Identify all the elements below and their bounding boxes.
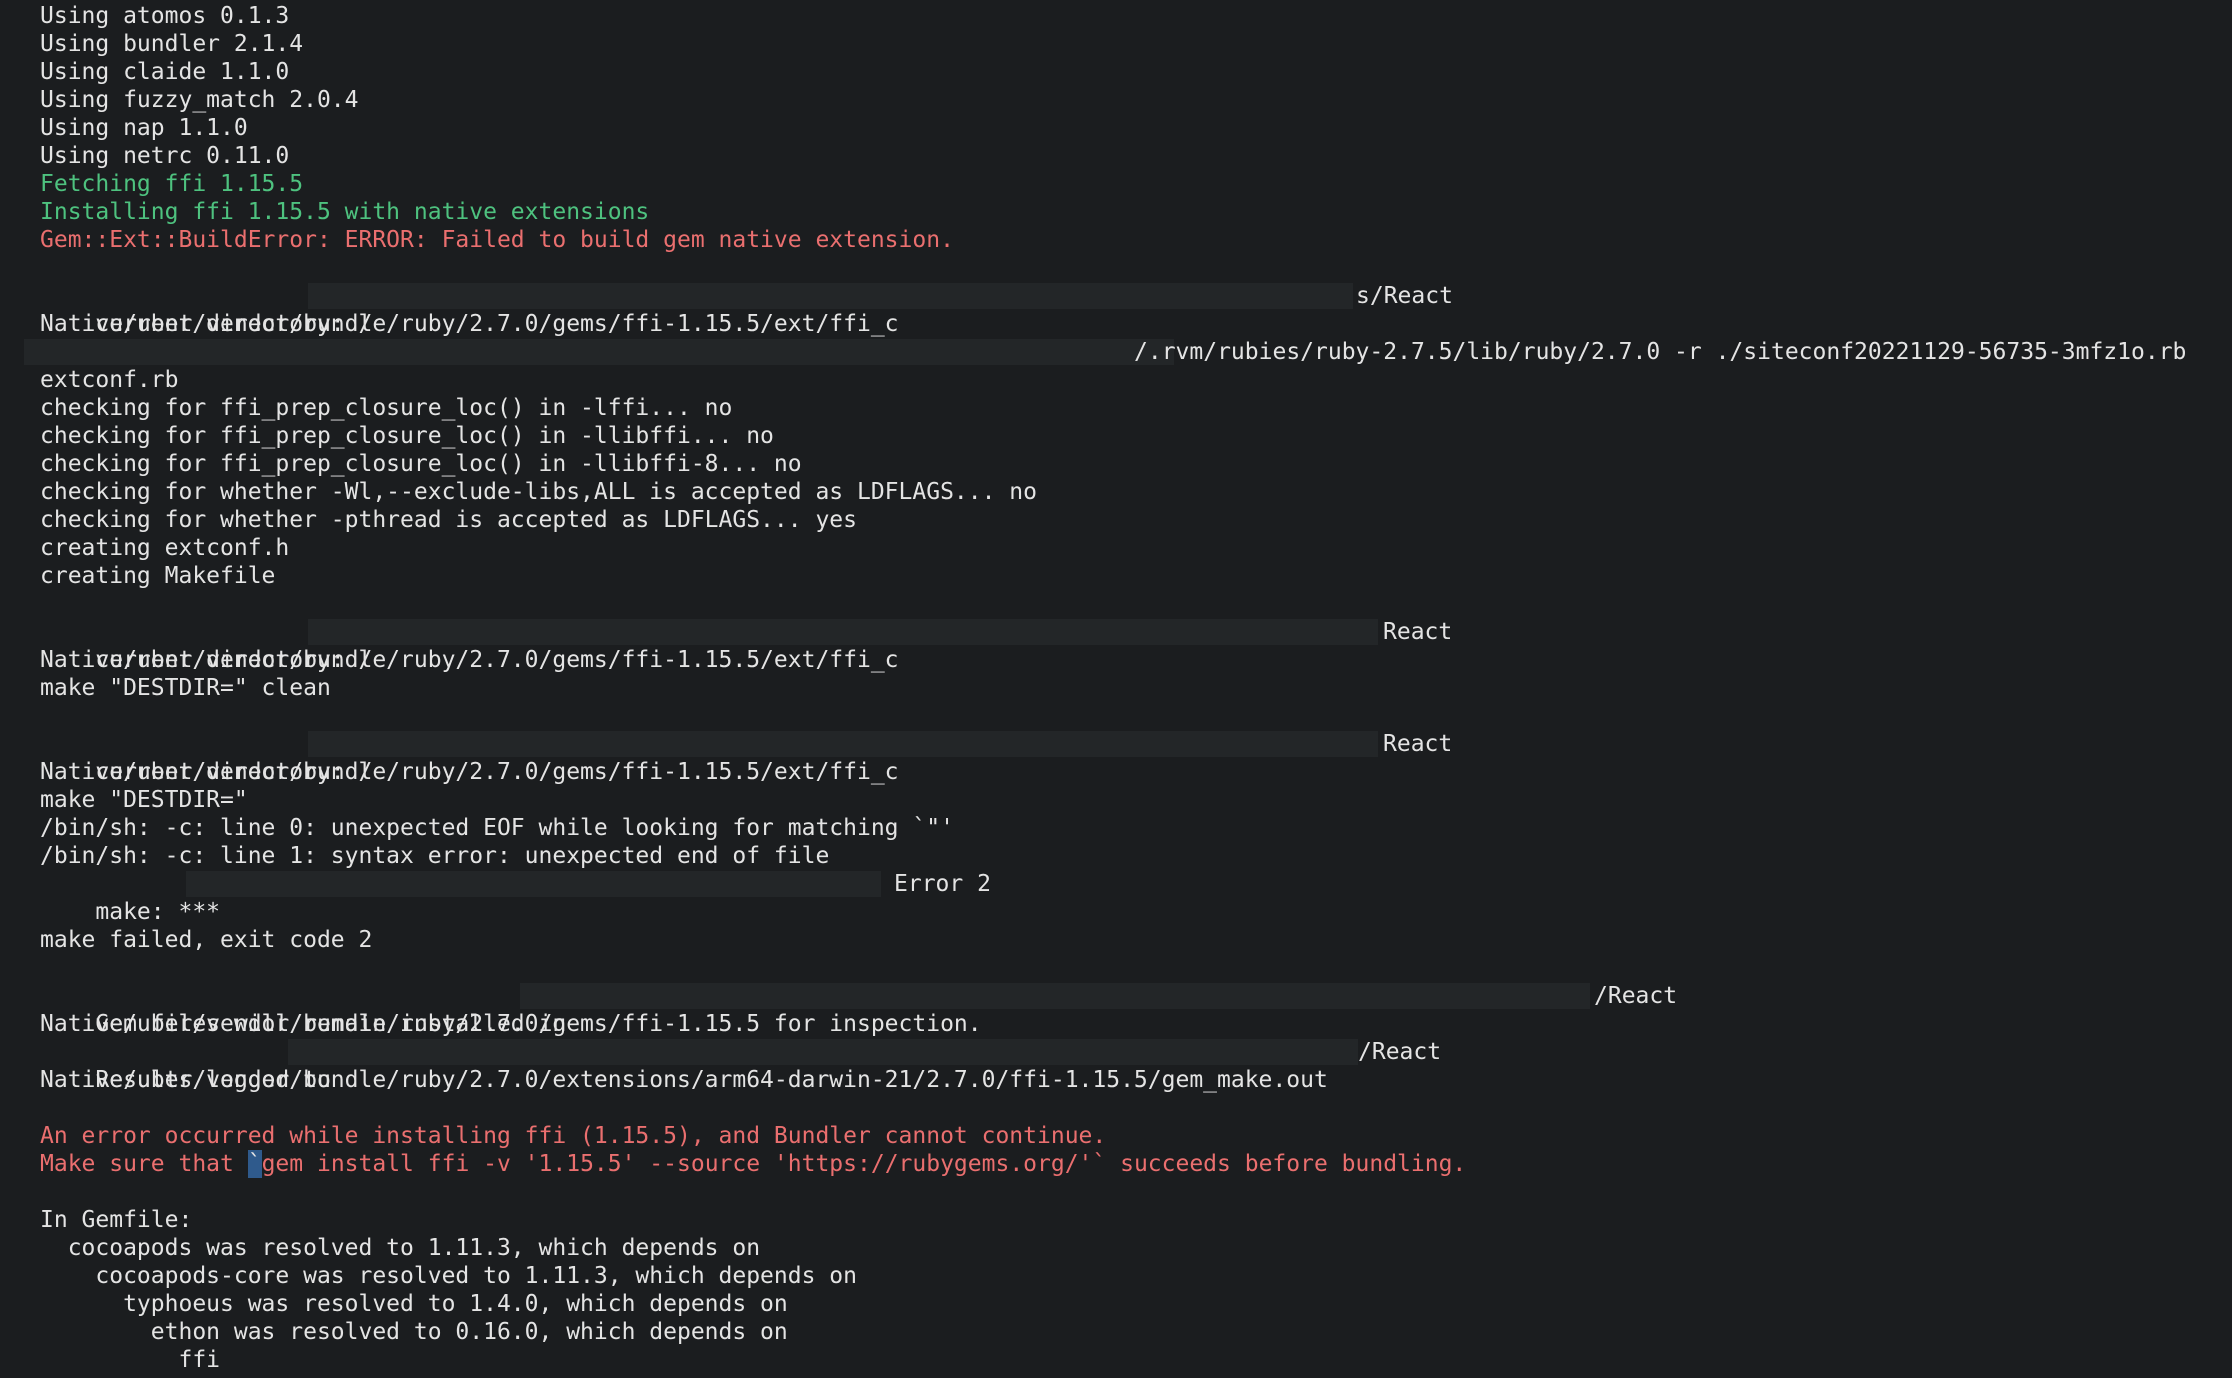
output-line: Using netrc 0.11.0 bbox=[40, 143, 290, 169]
path-fragment: React bbox=[1383, 619, 1453, 645]
output-line: checking for ffi_prep_closure_loc() in -… bbox=[40, 395, 733, 421]
results-logged-line: Results logged to /React bbox=[40, 1038, 2220, 1093]
redacted-block bbox=[308, 731, 1378, 757]
build-error-line: Gem::Ext::BuildError: ERROR: Failed to b… bbox=[40, 227, 954, 253]
hint-prefix: Make sure that bbox=[40, 1151, 248, 1177]
path-fragment: React bbox=[1383, 731, 1453, 757]
redacted-block bbox=[288, 1039, 1358, 1065]
path-fragment: /React bbox=[1358, 1039, 1442, 1065]
output-line: checking for ffi_prep_closure_loc() in -… bbox=[40, 451, 802, 477]
output-line: Native/uber/vendor/bundle/ruby/2.7.0/ext… bbox=[40, 1067, 1328, 1093]
output-line: checking for ffi_prep_closure_loc() in -… bbox=[40, 423, 774, 449]
installing-line: Installing ffi 1.15.5 with native extens… bbox=[40, 199, 650, 225]
output-line: cocoapods was resolved to 1.11.3, which … bbox=[40, 1235, 761, 1261]
text-cursor: ` bbox=[247, 1150, 262, 1178]
path-fragment: /React bbox=[1594, 983, 1678, 1009]
output-line: make failed, exit code 2 bbox=[40, 927, 373, 953]
output-line: Using fuzzy_match 2.0.4 bbox=[40, 87, 359, 113]
output-line: creating extconf.h bbox=[40, 535, 290, 561]
ruby-command-fragment: /.rvm/rubies/ruby-2.7.5/lib/ruby/2.7.0 -… bbox=[1134, 339, 2187, 365]
output-line: Native/uber/vendor/bundle/ruby/2.7.0/gem… bbox=[40, 1011, 982, 1037]
make-error-suffix: Error 2 bbox=[894, 871, 991, 897]
output-line: Using bundler 2.1.4 bbox=[40, 31, 304, 57]
output-line: extconf.rb bbox=[40, 367, 179, 393]
output-line: Native/uber/vendor/bundle/ruby/2.7.0/gem… bbox=[40, 647, 899, 673]
fetching-line: Fetching ffi 1.15.5 bbox=[40, 171, 304, 197]
output-line: make "DESTDIR=" bbox=[40, 787, 248, 813]
output-line: /bin/sh: -c: line 0: unexpected EOF whil… bbox=[40, 815, 954, 841]
current-directory-line: current directory: / s/React bbox=[40, 282, 2220, 337]
current-directory-line: current directory: / React bbox=[40, 730, 2220, 785]
output-line: typhoeus was resolved to 1.4.0, which de… bbox=[40, 1291, 788, 1317]
current-directory-line: current directory: / React bbox=[40, 618, 2220, 673]
output-line: ethon was resolved to 0.16.0, which depe… bbox=[40, 1319, 788, 1345]
gem-files-line: Gem files will remain installed in /Reac… bbox=[40, 982, 2220, 1037]
bundler-hint-line: Make sure that `gem install ffi -v '1.15… bbox=[40, 1150, 2220, 1178]
hint-command: gem install ffi -v '1.15.5' --source 'ht… bbox=[261, 1151, 1467, 1177]
redacted-block bbox=[520, 983, 1590, 1009]
output-line: cocoapods-core was resolved to 1.11.3, w… bbox=[40, 1263, 857, 1289]
terminal-output[interactable]: Using atomos 0.1.3 Using bundler 2.1.4 U… bbox=[24, 2, 2220, 1374]
output-line: Using nap 1.1.0 bbox=[40, 115, 248, 141]
command-line: /.rvm/rubies/ruby-2.7.5/lib/ruby/2.7.0 -… bbox=[24, 338, 2220, 366]
output-line: creating Makefile bbox=[40, 563, 276, 589]
output-line: Using atomos 0.1.3 bbox=[40, 3, 290, 29]
path-fragment: s/React bbox=[1356, 283, 1453, 309]
output-line: Using claide 1.1.0 bbox=[40, 59, 290, 85]
output-line: Native/uber/vendor/bundle/ruby/2.7.0/gem… bbox=[40, 759, 899, 785]
redacted-block bbox=[186, 871, 881, 897]
output-line: /bin/sh: -c: line 1: syntax error: unexp… bbox=[40, 843, 830, 869]
redacted-block bbox=[308, 283, 1353, 309]
output-line: checking for whether -Wl,--exclude-libs,… bbox=[40, 479, 1037, 505]
bundler-error-line: An error occurred while installing ffi (… bbox=[40, 1123, 1107, 1149]
output-line: In Gemfile: bbox=[40, 1207, 193, 1233]
redacted-block bbox=[308, 619, 1378, 645]
redacted-block bbox=[24, 339, 1174, 365]
make-error-line: make: *** Error 2 bbox=[40, 870, 2220, 925]
output-line: ffi bbox=[40, 1347, 221, 1373]
output-line: make "DESTDIR=" clean bbox=[40, 675, 331, 701]
output-line: checking for whether -pthread is accepte… bbox=[40, 507, 857, 533]
output-line: Native/uber/vendor/bundle/ruby/2.7.0/gem… bbox=[40, 311, 899, 337]
